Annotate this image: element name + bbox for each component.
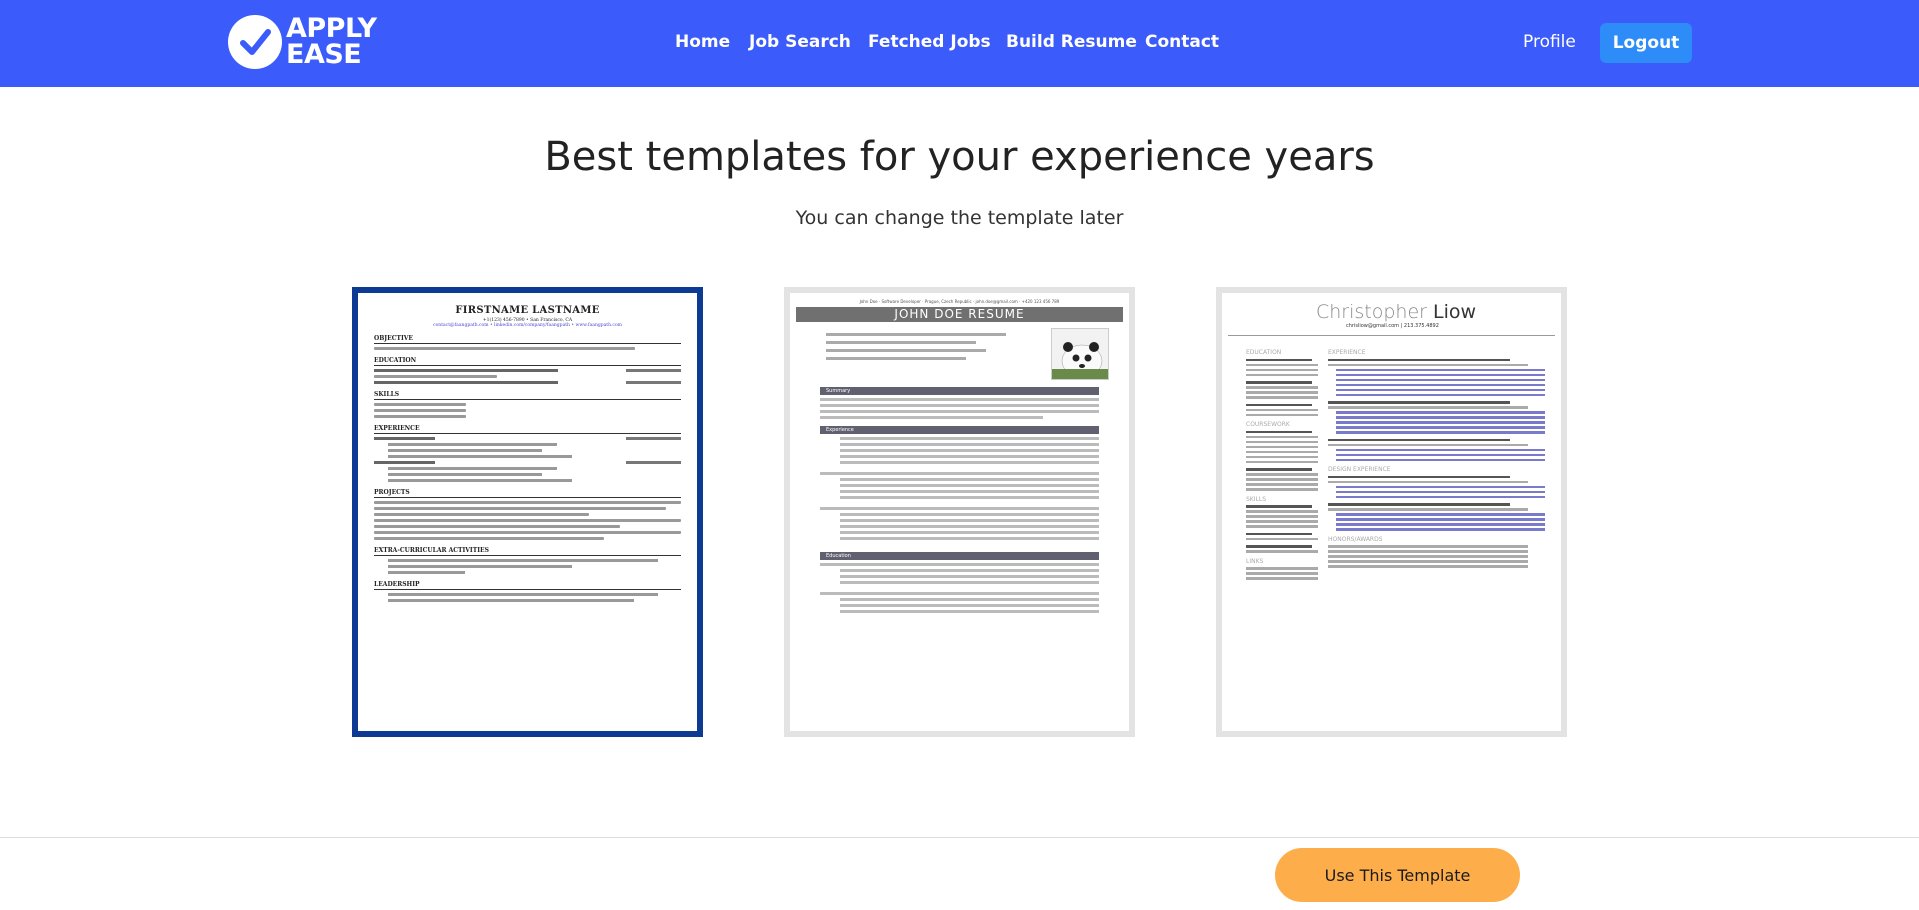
resume-section-heading: COURSEWORK (1246, 421, 1290, 428)
page-title: Best templates for your experience years (544, 134, 1375, 180)
resume-section-heading: EXPERIENCE (1328, 349, 1366, 356)
resume-section-heading: Experience (820, 426, 1099, 434)
checkmark-logo-icon (228, 15, 282, 69)
nav-job-search[interactable]: Job Search (749, 32, 851, 52)
resume-section-heading: Summary (820, 387, 1099, 395)
resume-preview-3: Christopher Liow chrisliow@gmail.com | 2… (1222, 293, 1561, 588)
resume-section-heading: OBJECTIVE (374, 335, 681, 344)
use-template-button[interactable]: Use This Template (1275, 848, 1520, 902)
template-card-3[interactable]: Christopher Liow chrisliow@gmail.com | 2… (1216, 287, 1567, 737)
resume-section-heading: DESIGN EXPERIENCE (1328, 466, 1391, 473)
footer-divider (0, 837, 1919, 838)
resume-links: contact@faangpath.com • linkedin.com/com… (433, 323, 622, 328)
logo[interactable]: APPLY EASE (228, 15, 377, 69)
resume-section-heading: EXPERIENCE (374, 425, 681, 434)
nav-build-resume[interactable]: Build Resume (1006, 32, 1137, 52)
panda-photo-icon (1051, 328, 1109, 380)
resume-name: Christopher Liow (1316, 301, 1477, 323)
resume-preview-2: John Doe · Software Developer · Prague, … (790, 293, 1129, 619)
navbar: APPLY EASE Home Job Search Fetched Jobs … (0, 0, 1919, 87)
resume-section-heading: PROJECTS (374, 489, 681, 498)
resume-banner: JOHN DOE RESUME (796, 307, 1123, 322)
logo-text: APPLY EASE (286, 13, 377, 70)
resume-section-heading: EDUCATION (374, 357, 681, 366)
nav-profile[interactable]: Profile (1523, 32, 1576, 52)
resume-contact: John Doe · Software Developer · Prague, … (859, 299, 1060, 304)
resume-section-heading: EDUCATION (1246, 349, 1282, 356)
resume-section-heading: LINKS (1246, 557, 1264, 565)
resume-section-heading: Education (820, 552, 1099, 560)
template-card-1[interactable]: FIRSTNAME LASTNAME +1(123) 456-7890 • Sa… (352, 287, 703, 737)
nav-home[interactable]: Home (675, 32, 730, 52)
logout-button[interactable]: Logout (1600, 23, 1692, 63)
nav-fetched-jobs[interactable]: Fetched Jobs (868, 32, 991, 52)
nav-contact[interactable]: Contact (1145, 32, 1219, 52)
resume-contact: chrisliow@gmail.com | 213.375.4892 (1346, 323, 1439, 329)
resume-name: FIRSTNAME LASTNAME (455, 305, 600, 316)
resume-section-heading: LEADERSHIP (374, 581, 681, 590)
template-card-2[interactable]: John Doe · Software Developer · Prague, … (784, 287, 1135, 737)
resume-section-heading: SKILLS (374, 391, 681, 400)
page-subtitle: You can change the template later (795, 207, 1124, 229)
resume-preview-1: FIRSTNAME LASTNAME +1(123) 456-7890 • Sa… (358, 293, 697, 614)
resume-section-heading: EXTRA-CURRICULAR ACTIVITIES (374, 547, 681, 556)
resume-section-heading: HONORS/AWARDS (1328, 535, 1383, 543)
resume-section-heading: SKILLS (1246, 495, 1267, 503)
